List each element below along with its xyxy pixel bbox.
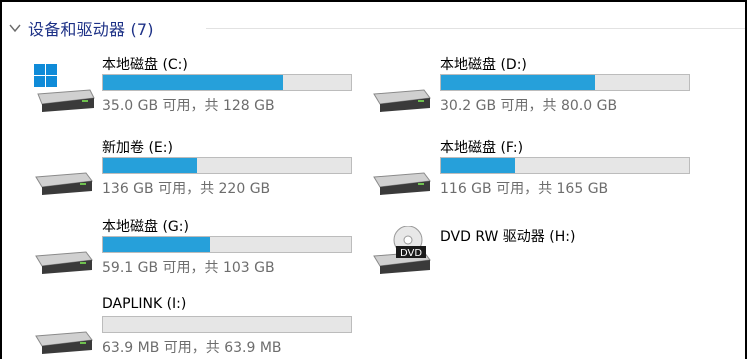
group-divider — [206, 28, 745, 29]
drive-h-dvd[interactable]: DVD DVD RW 驱动器 (H:) — [372, 216, 692, 276]
drive-e[interactable]: 新加卷 (E:) 136 GB 可用，共 220 GB — [34, 137, 354, 197]
usage-fill — [103, 75, 284, 90]
free-space-text: 116 GB 可用，共 165 GB — [440, 181, 609, 197]
hard-drive-icon — [35, 251, 93, 274]
group-header[interactable]: 设备和驱动器 (7) — [8, 16, 154, 40]
usage-bar — [102, 316, 352, 333]
dvd-badge: DVD — [400, 248, 422, 259]
free-space-text: 59.1 GB 可用，共 103 GB — [102, 260, 275, 276]
hard-drive-icon — [35, 331, 93, 354]
usage-fill — [441, 158, 516, 173]
usage-bar — [440, 157, 690, 174]
drive-g[interactable]: 本地磁盘 (G:) 59.1 GB 可用，共 103 GB — [34, 216, 354, 276]
drive-label: 本地磁盘 (C:) — [102, 57, 188, 73]
group-title: 设备和驱动器 (7) — [28, 20, 154, 39]
usage-fill — [103, 158, 198, 173]
drive-i-daplink[interactable]: DAPLINK (I:) 63.9 MB 可用，共 63.9 MB — [34, 296, 354, 356]
drive-label: 新加卷 (E:) — [102, 140, 173, 156]
hard-drive-icon — [373, 172, 431, 195]
drive-label: 本地磁盘 (G:) — [102, 219, 189, 235]
drive-label: 本地磁盘 (D:) — [440, 57, 527, 73]
usage-bar — [102, 74, 352, 91]
drive-f[interactable]: 本地磁盘 (F:) 116 GB 可用，共 165 GB — [372, 137, 692, 197]
drive-label: DVD RW 驱动器 (H:) — [440, 229, 576, 245]
drive-label: DAPLINK (I:) — [102, 296, 187, 312]
dvd-drive-icon: DVD — [373, 226, 431, 274]
free-space-text: 63.9 MB 可用，共 63.9 MB — [102, 340, 282, 356]
usage-fill — [103, 237, 210, 252]
usage-bar — [102, 157, 352, 174]
usage-fill — [441, 75, 596, 90]
drive-d[interactable]: 本地磁盘 (D:) 30.2 GB 可用，共 80.0 GB — [372, 54, 692, 114]
hard-drive-icon — [35, 172, 93, 195]
free-space-text: 136 GB 可用，共 220 GB — [102, 181, 271, 197]
usage-bar — [440, 74, 690, 91]
drive-c[interactable]: 本地磁盘 (C:) 35.0 GB 可用，共 128 GB — [34, 54, 354, 114]
hard-drive-windows-icon — [34, 64, 95, 112]
free-space-text: 30.2 GB 可用，共 80.0 GB — [440, 98, 618, 114]
drive-label: 本地磁盘 (F:) — [440, 140, 524, 156]
hard-drive-icon — [373, 89, 431, 112]
usage-bar — [102, 236, 352, 253]
chevron-down-icon[interactable] — [8, 21, 22, 35]
free-space-text: 35.0 GB 可用，共 128 GB — [102, 98, 275, 114]
